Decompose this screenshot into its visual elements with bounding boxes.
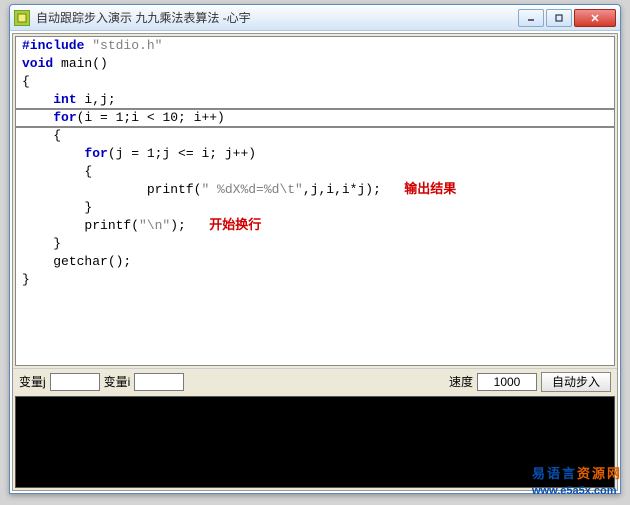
code-line: } [16,235,614,253]
content-area: #include "stdio.h" void main() { int i,j… [12,33,618,491]
minimize-button[interactable] [518,9,544,27]
window-buttons [518,9,616,27]
auto-step-button[interactable]: 自动步入 [541,372,611,392]
code-line: #include "stdio.h" [16,37,614,55]
watermark: 易语言资源网 www.e5a5x.com [532,463,622,497]
code-line: getchar(); [16,253,614,271]
app-window: 自动跟踪步入演示 九九乘法表算法 -心宇 #include "stdio.h" … [9,4,621,494]
maximize-button[interactable] [546,9,572,27]
titlebar[interactable]: 自动跟踪步入演示 九九乘法表算法 -心宇 [10,5,620,31]
code-line-current: for(i = 1;i < 10; i++) [16,109,614,127]
close-button[interactable] [574,9,616,27]
code-line: { [16,163,614,181]
output-console[interactable] [15,396,615,488]
code-line: } [16,271,614,289]
window-title: 自动跟踪步入演示 九九乘法表算法 -心宇 [36,9,518,26]
code-line: printf(" %dX%d=%d\t",j,i,i*j); 输出结果 [16,181,614,199]
var-i-input[interactable] [134,373,184,391]
speed-label: 速度 [449,373,473,390]
code-line: for(j = 1;j <= i; j++) [16,145,614,163]
code-editor[interactable]: #include "stdio.h" void main() { int i,j… [15,36,615,366]
var-j-label: 变量j [19,373,46,390]
var-i-label: 变量i [104,373,131,390]
app-icon [14,10,30,26]
code-line: void main() [16,55,614,73]
code-line: int i,j; [16,91,614,109]
code-line: { [16,73,614,91]
speed-input[interactable] [477,373,537,391]
controls-bar: 变量j 变量i 速度 自动步入 [13,368,617,394]
code-line: } [16,199,614,217]
code-line: { [16,127,614,145]
code-line: printf("\n"); 开始换行 [16,217,614,235]
var-j-input[interactable] [50,373,100,391]
